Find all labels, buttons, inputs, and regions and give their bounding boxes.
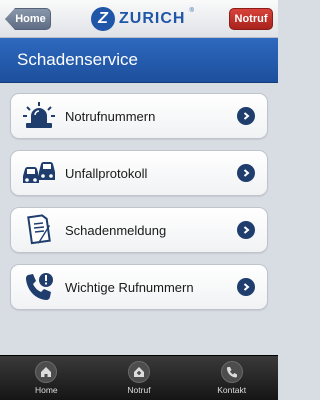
tab-label: Notruf <box>127 385 151 395</box>
tab-kontakt[interactable]: Kontakt <box>185 356 278 400</box>
list-item-notrufnummern[interactable]: Notrufnummern <box>10 93 268 139</box>
notruf-button[interactable]: Notruf <box>229 8 273 30</box>
list-item-label: Wichtige Rufnummern <box>65 279 194 295</box>
car-accident-icon <box>17 151 61 195</box>
chevron-right-icon <box>237 164 255 182</box>
tab-home[interactable]: Home <box>0 356 93 400</box>
siren-icon <box>17 94 61 138</box>
bottom-tab-bar: Home Notruf Kontakt <box>0 355 278 400</box>
list-item-schadenmeldung[interactable]: Schadenmeldung <box>10 207 268 253</box>
list-item-unfallprotokoll[interactable]: Unfallprotokoll <box>10 150 268 196</box>
tab-label: Kontakt <box>217 385 247 395</box>
home-back-button[interactable]: Home <box>5 8 51 30</box>
list-item-wichtige-rufnummern[interactable]: Wichtige Rufnummern <box>10 264 268 310</box>
page-title-bar: Schadenservice <box>0 38 278 83</box>
chevron-right-icon <box>237 107 255 125</box>
document-pen-icon <box>17 208 61 252</box>
chevron-right-icon <box>237 221 255 239</box>
zurich-logo-icon: Z <box>91 7 115 31</box>
list-item-label: Schadenmeldung <box>65 222 167 238</box>
page-title: Schadenservice <box>17 50 138 69</box>
registered-mark: ® <box>189 8 194 14</box>
tab-label: Home <box>34 385 58 395</box>
list-item-label: Notrufnummern <box>65 108 156 124</box>
emergency-house-icon <box>128 361 150 383</box>
top-navigation-bar: Home Z ZURICH ® Notruf <box>0 0 278 38</box>
zurich-brand: Z ZURICH ® <box>91 6 194 32</box>
chevron-right-icon <box>237 278 255 296</box>
tab-notruf[interactable]: Notruf <box>93 356 186 400</box>
phone-icon <box>220 361 243 383</box>
brand-name: ZURICH <box>119 10 186 27</box>
phone-alert-icon <box>17 265 61 309</box>
list-item-label: Unfallprotokoll <box>65 165 148 181</box>
house-icon <box>35 361 58 383</box>
